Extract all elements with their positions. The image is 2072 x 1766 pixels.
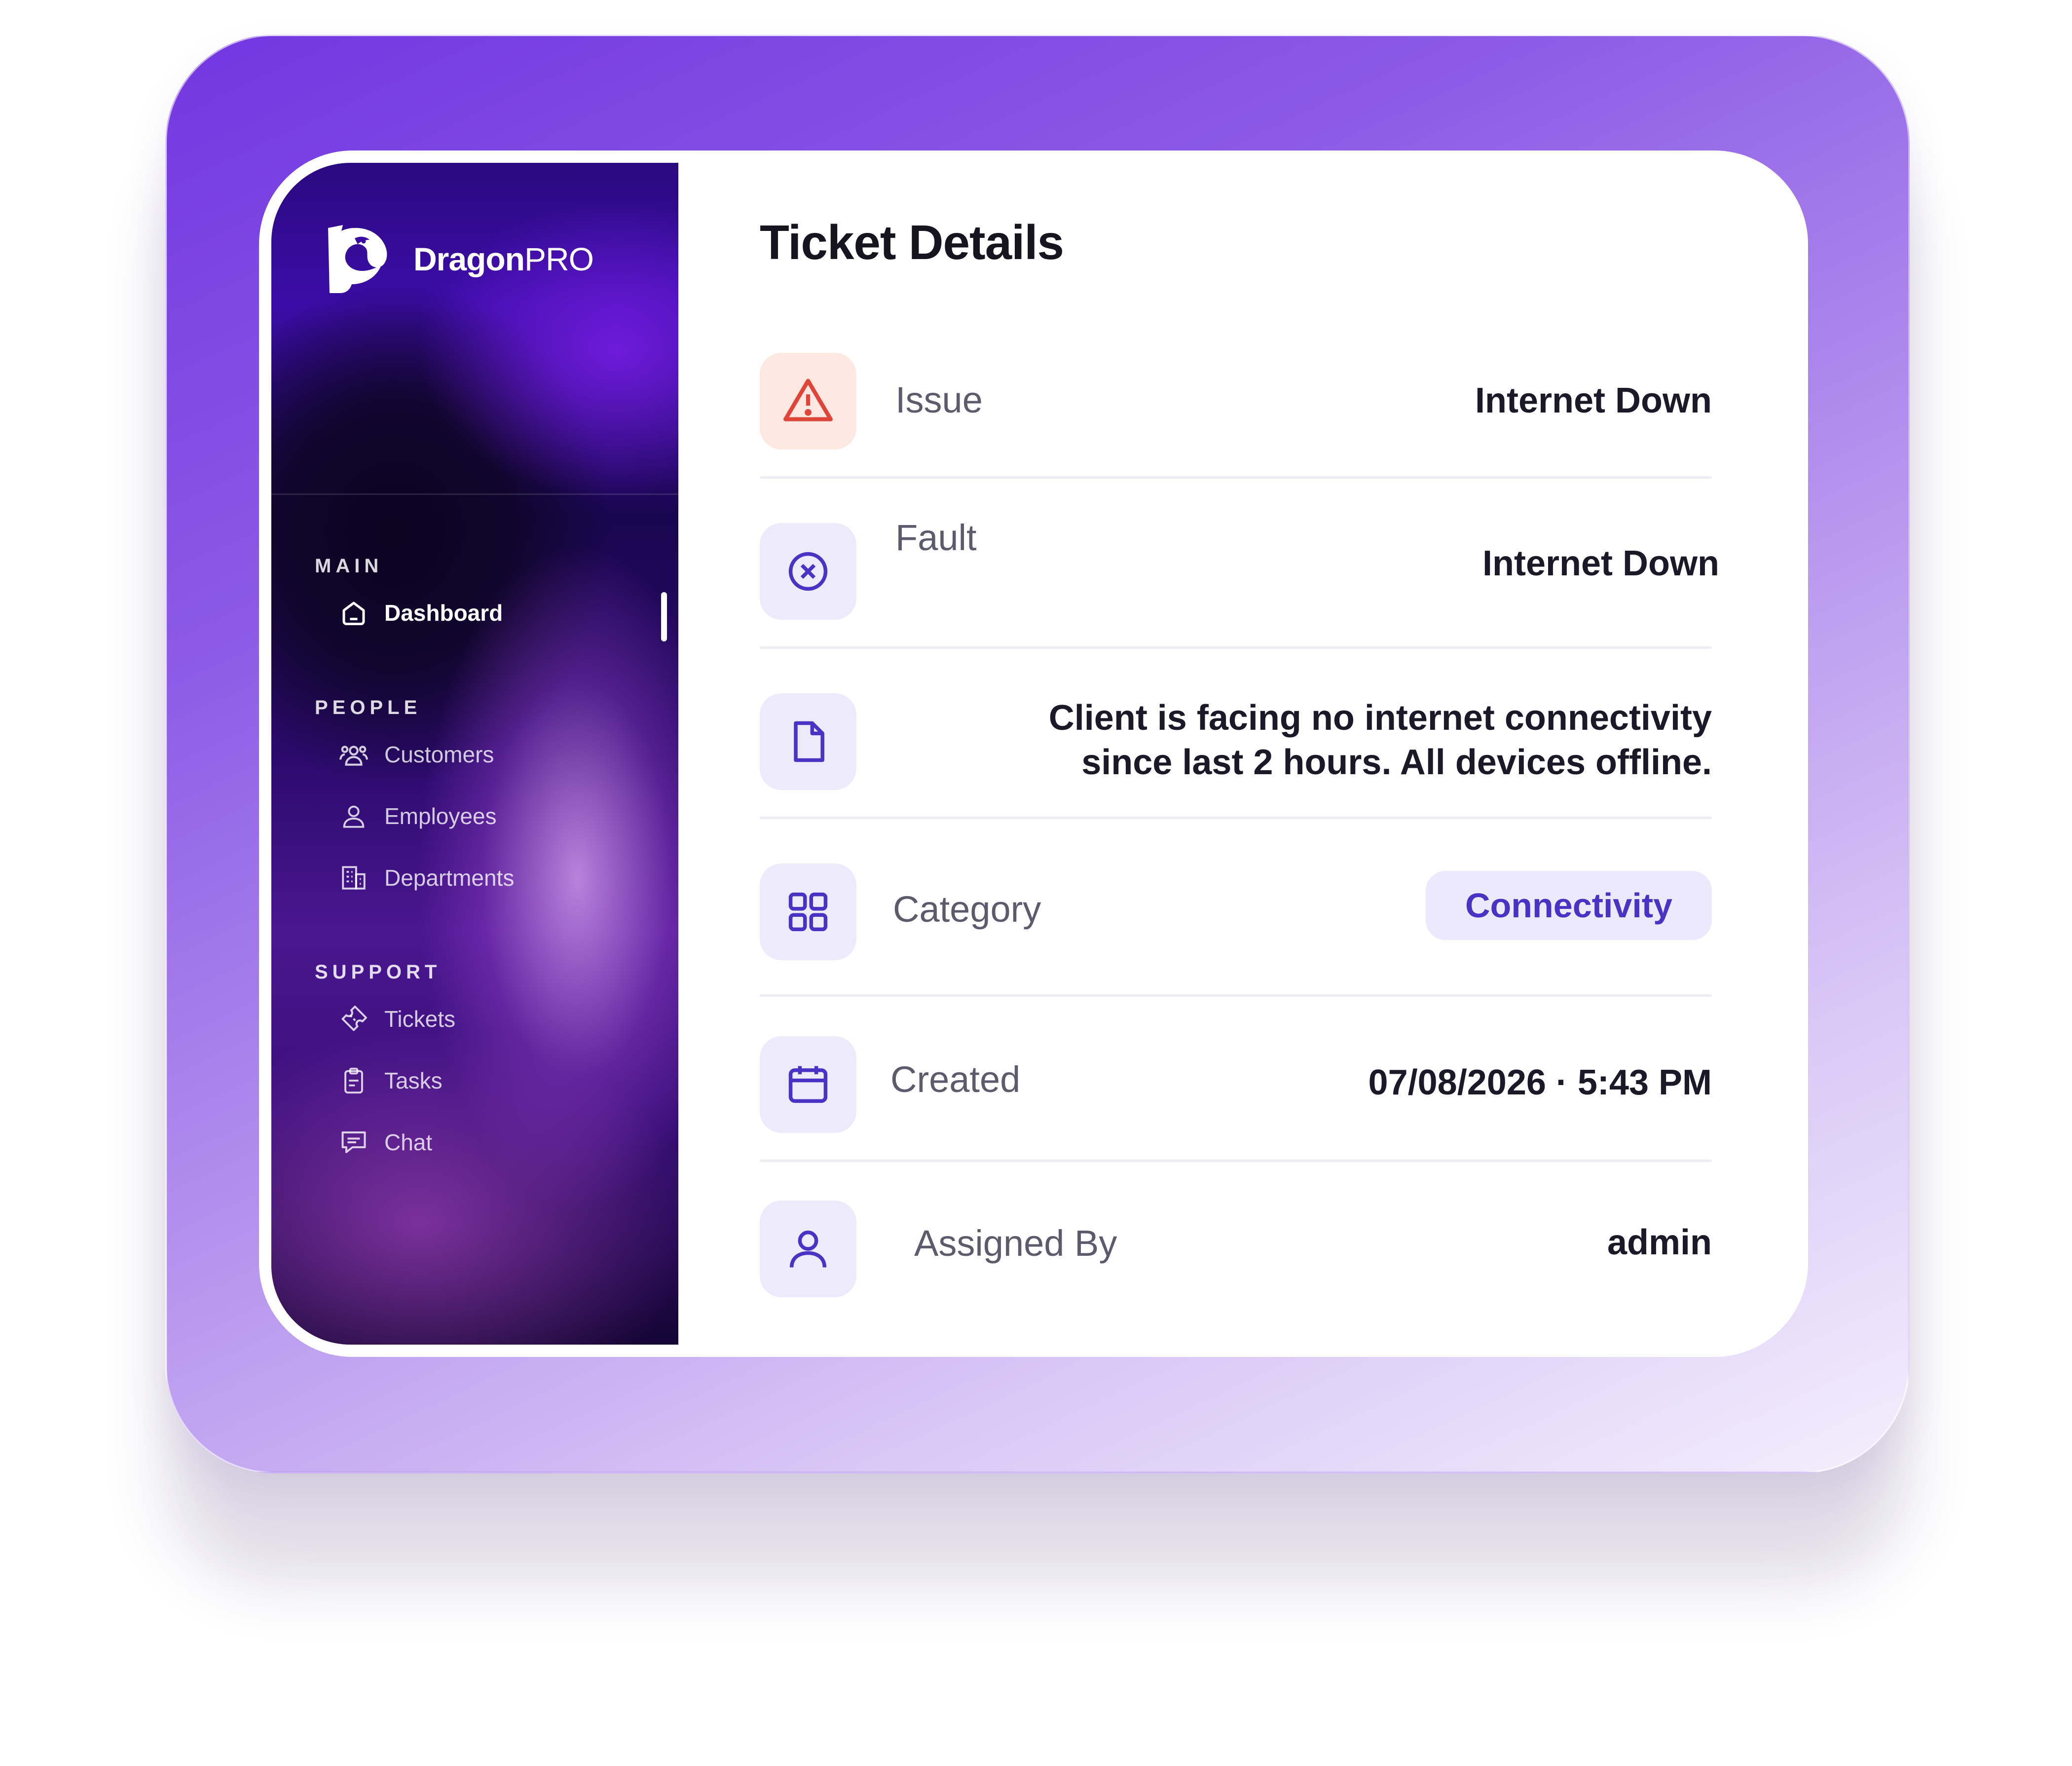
sidebar-item-chat[interactable]: Chat [338, 1127, 432, 1158]
brand-logo[interactable]: DragonPRO [321, 222, 594, 296]
section-title-support: SUPPORT [315, 961, 442, 983]
grid-icon [788, 892, 828, 932]
row-divider [760, 476, 1712, 479]
issue-label: Issue [895, 379, 983, 420]
fault-value: Internet Down [1482, 544, 1719, 583]
sidebar-item-label: Employees [384, 803, 497, 829]
warning-icon [783, 378, 833, 421]
dragon-logo-icon [328, 225, 387, 293]
calendar-icon [788, 1066, 828, 1103]
row-divider [760, 1160, 1712, 1162]
assigned-by-value: admin [1607, 1223, 1712, 1262]
created-icon-tile [760, 1036, 856, 1133]
clipboard-icon [338, 1065, 370, 1096]
home-icon [338, 597, 370, 629]
created-label: Created [890, 1059, 1021, 1100]
issue-icon-tile [760, 353, 856, 450]
user-icon [338, 800, 370, 832]
sidebar-item-label: Tickets [384, 1006, 455, 1032]
sidebar-item-customers[interactable]: Customers [338, 739, 494, 770]
category-badge[interactable]: Connectivity [1426, 871, 1712, 940]
sidebar-divider [271, 493, 678, 495]
description-line: Client is facing no internet connectivit… [1048, 698, 1712, 738]
category-icon-tile [760, 864, 856, 960]
sidebar: DragonPRO MAIN Dashboard PEOPLE Customer… [271, 163, 678, 1345]
chat-icon [338, 1127, 370, 1158]
row-divider [760, 646, 1712, 649]
sidebar-item-tasks[interactable]: Tasks [338, 1065, 443, 1096]
assigned-icon-tile [760, 1201, 856, 1297]
ticket-description: Client is facing no internet connectivit… [972, 696, 1712, 785]
sidebar-item-departments[interactable]: Departments [338, 862, 514, 894]
sidebar-item-label: Chat [384, 1129, 433, 1155]
section-title-main: MAIN [315, 555, 383, 577]
section-title-people: PEOPLE [315, 697, 422, 718]
document-icon [794, 721, 824, 762]
sidebar-item-employees[interactable]: Employees [338, 800, 497, 832]
fault-label: Fault [895, 517, 977, 558]
users-icon [338, 739, 370, 770]
sidebar-item-label: Departments [384, 865, 515, 891]
sidebar-item-label: Customers [384, 742, 494, 767]
sidebar-item-label: Dashboard [384, 600, 503, 626]
ticket-icon [338, 1003, 370, 1035]
user-icon [789, 1230, 827, 1268]
active-indicator [661, 592, 667, 641]
sidebar-item-dashboard[interactable]: Dashboard [338, 597, 503, 629]
sidebar-item-label: Tasks [384, 1068, 443, 1093]
fault-icon-tile [760, 523, 856, 620]
page-title: Ticket Details [760, 215, 1064, 269]
sidebar-item-tickets[interactable]: Tickets [338, 1003, 455, 1035]
category-label: Category [893, 889, 1041, 930]
assigned-by-label: Assigned By [914, 1223, 1117, 1264]
description-icon-tile [760, 693, 856, 790]
row-divider [760, 994, 1712, 997]
x-circle-icon [788, 552, 828, 591]
row-divider [760, 817, 1712, 819]
created-value: 07/08/2026 · 5:43 PM [1368, 1063, 1712, 1102]
ticket-details-panel: Ticket Details Issue Internet Down Fault… [678, 150, 1808, 1357]
building-icon [338, 862, 370, 894]
description-line: since last 2 hours. All devices offline. [1081, 743, 1712, 782]
app-window: DragonPRO MAIN Dashboard PEOPLE Customer… [259, 150, 1808, 1357]
brand-name: DragonPRO [413, 241, 594, 277]
issue-value: Internet Down [1475, 381, 1712, 420]
